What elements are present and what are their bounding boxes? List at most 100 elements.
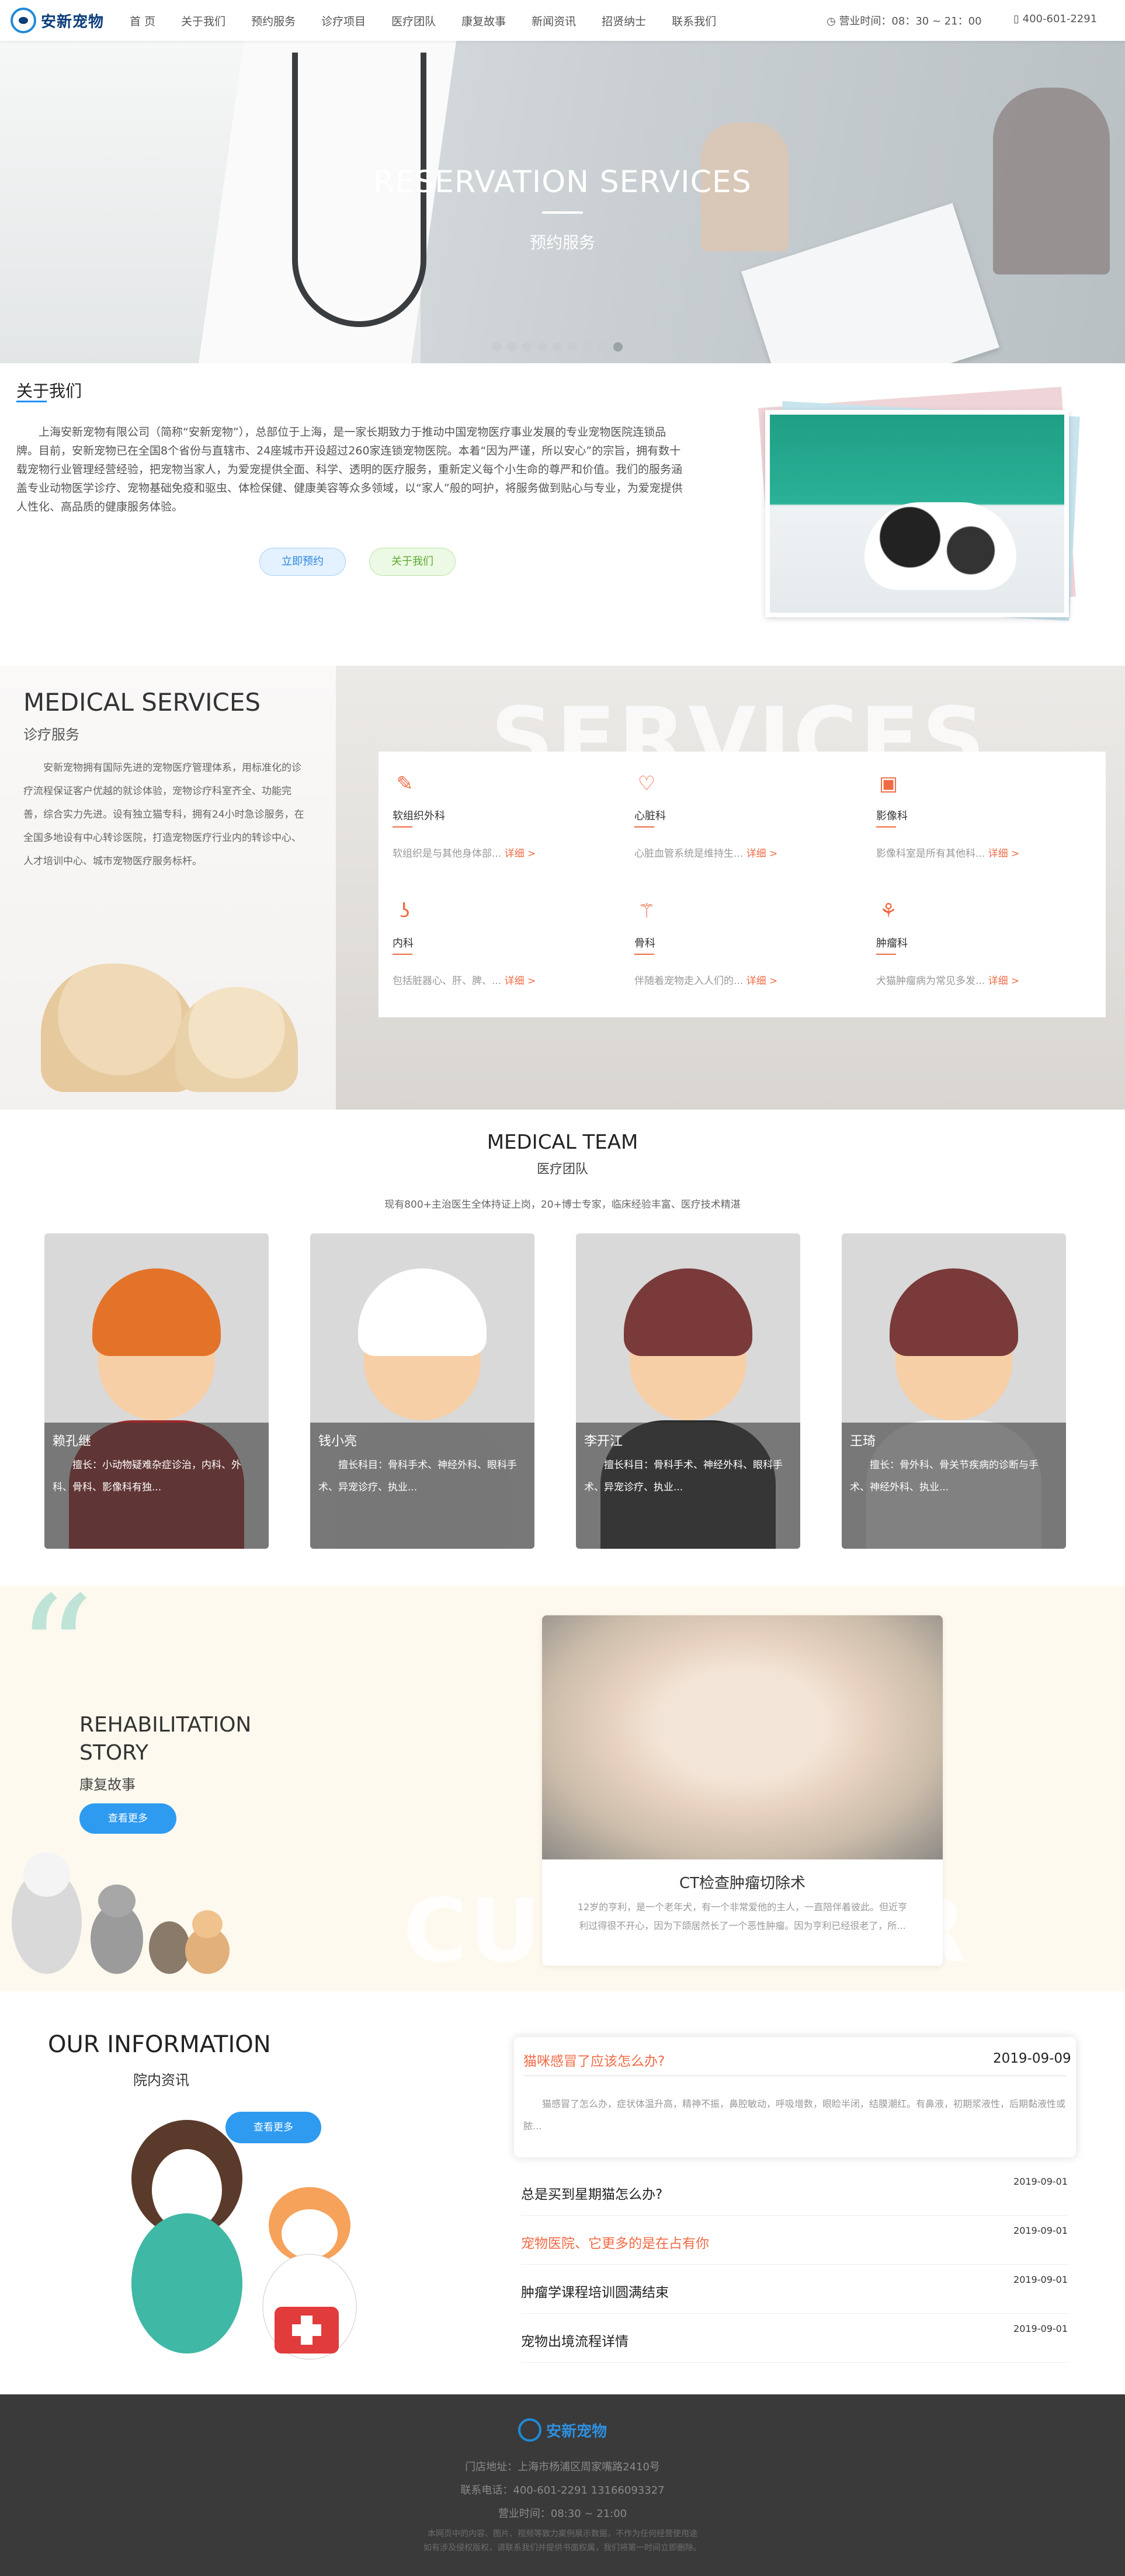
carousel-dot[interactable]	[537, 342, 547, 352]
news-date: 2019-09-01	[1013, 2274, 1068, 2285]
team-member-card[interactable]: 钱小亮 擅长科目：骨科手术、神经外科、眼科手术、异宠诊疗、执业...	[310, 1233, 534, 1549]
molecule-icon: ⚘	[879, 899, 898, 923]
hero-banner	[0, 41, 1125, 363]
service-underline	[876, 954, 896, 955]
nav-treatment[interactable]: 诊疗项目	[321, 13, 366, 29]
featured-news-card[interactable]: 猫咪感冒了应该怎么办? 2019-09-09 猫感冒了怎么办，症状体温升高，精神…	[514, 2037, 1076, 2157]
carousel-dot[interactable]	[522, 342, 532, 352]
service-name: 软组织外科	[393, 810, 445, 822]
news-date: 2019-09-01	[1013, 2176, 1068, 2187]
service-more-link[interactable]: 详细 >	[988, 848, 1020, 860]
info-title: OUR INFORMATION	[48, 2031, 271, 2058]
about-us-button[interactable]: 关于我们	[369, 548, 456, 576]
news-title[interactable]: 总是买到星期猫怎么办?	[521, 2183, 662, 2203]
poodle-photo	[542, 1615, 943, 1859]
news-title[interactable]: 肿瘤学课程培训圆满结束	[521, 2281, 669, 2301]
avatar-chef-hat	[358, 1268, 487, 1356]
team-member-card[interactable]: 李开江 擅长科目：骨科手术、神经外科、眼科手术、异宠诊疗、执业...	[576, 1233, 800, 1549]
footer-hours: 营业时间：08:30 ~ 21:00	[498, 2508, 627, 2520]
service-desc: 包括脏器心、肝、脾、... 详细 >	[393, 972, 536, 987]
member-name: 王琦	[850, 1434, 876, 1449]
member-desc: 擅长科目：骨科手术、神经外科、眼科手术、异宠诊疗、执业...	[318, 1459, 517, 1493]
story-title: CT检查肿瘤切除术	[679, 1875, 806, 1892]
carousel-dots	[492, 342, 623, 352]
news-list-item[interactable]: 总是买到星期猫怎么办? 2019-09-01	[521, 2167, 1068, 2216]
footer-note: 本网页中的内容、图片、视频等致力案例展示数据，不作为任何经营使用途	[428, 2529, 697, 2539]
service-more-link[interactable]: 详细 >	[746, 848, 778, 860]
carousel-dot[interactable]	[553, 342, 562, 352]
nav-about[interactable]: 关于我们	[181, 13, 225, 29]
news-list-item[interactable]: 宠物出境流程详情 2019-09-01	[521, 2314, 1068, 2363]
nav-team[interactable]: 医疗团队	[391, 13, 436, 29]
news-list-item[interactable]: 宠物医院、它更多的是在占有你 2019-09-01	[521, 2216, 1068, 2265]
service-imaging[interactable]: ▣ 影像科 影像科室是所有其他科... 详细 >	[862, 752, 1102, 868]
footer-phone: 联系电话：400-601-2291 13166093327	[460, 2484, 665, 2497]
dogs-image	[23, 952, 315, 1098]
site-logo[interactable]: 安新宠物	[11, 6, 119, 35]
service-desc: 心脏血管系统是维持生... 详细 >	[634, 845, 777, 860]
service-more-link[interactable]: 详细 >	[746, 975, 778, 987]
news-title[interactable]: 宠物出境流程详情	[521, 2330, 629, 2350]
team-member-card[interactable]: 赖孔继 擅长：小动物疑难杂症诊治，内科、外科、骨科、影像科有独...	[44, 1233, 269, 1549]
nav-stories[interactable]: 康复故事	[461, 13, 506, 29]
footer-logo[interactable]: 安新宠物	[501, 2415, 624, 2445]
service-desc: 软组织是与其他身体部... 详细 >	[393, 845, 536, 860]
service-cardiology[interactable]: ♡ 心脏科 心脏血管系统是维持生... 详细 >	[620, 752, 860, 868]
phone-text: 400-601-2291	[1022, 13, 1098, 25]
carousel-dot[interactable]	[583, 342, 592, 352]
featured-news-title[interactable]: 猫咪感冒了应该怎么办?	[523, 2050, 665, 2070]
service-desc: 伴随着宠物走入人们的... 详细 >	[634, 972, 777, 987]
hours-text: 营业时间：08：30 ~ 21：00	[839, 15, 982, 27]
clock-icon: ◷	[827, 15, 839, 27]
medical-services-text: 安新宠物拥有国际先进的宠物医疗管理体系，用标准化的诊疗流程保证客户优越的就诊体验…	[23, 762, 304, 867]
featured-news-desc: 猫感冒了怎么办，症状体温升高，精神不振，鼻腔敏动，呼吸增数，眼睑半闭，结膜潮红。…	[523, 2098, 1066, 2132]
team-subtitle: 医疗团队	[536, 1162, 588, 1177]
info-more-button[interactable]: 查看更多	[225, 2112, 321, 2143]
business-hours: ◷ 营业时间：08：30 ~ 21：00	[827, 13, 982, 28]
service-desc-text: 包括脏器心、肝、脾、...	[393, 975, 502, 987]
medical-services-subtitle: 诊疗服务	[23, 726, 79, 743]
nav-home[interactable]: 首 页	[130, 13, 155, 29]
pets-illustration	[12, 1852, 230, 1974]
team-title: MEDICAL TEAM	[487, 1131, 638, 1154]
member-desc: 擅长科目：骨科手术、神经外科、眼科手术、异宠诊疗、执业...	[584, 1459, 783, 1493]
service-more-link[interactable]: 详细 >	[505, 848, 536, 860]
site-header: 安新宠物 首 页 关于我们 预约服务 诊疗项目 医疗团队 康复故事 新闻资讯 招…	[0, 0, 1125, 41]
logo-text: 安新宠物	[41, 13, 105, 31]
footer-note: 如有涉及侵权版权，请联系我们并提供书面权属，我们将第一时间立即删除。	[423, 2543, 702, 2553]
nav-news[interactable]: 新闻资讯	[532, 13, 576, 29]
rehab-story-card[interactable]: CT检查肿瘤切除术 12岁的亨利，是一个老年犬，有一个非常爱他的主人，一直陪伴着…	[542, 1615, 943, 1966]
service-desc-text: 软组织是与其他身体部...	[393, 848, 502, 860]
team-member-card[interactable]: 王琦 擅长：骨外科、骨关节疾病的诊断与手术、神经外科、执业...	[842, 1233, 1066, 1549]
carousel-dot[interactable]	[507, 342, 516, 352]
service-oncology[interactable]: ⚘ 肿瘤科 犬猫肿瘤病为常见多发... 详细 >	[862, 879, 1102, 996]
member-desc: 擅长：小动物疑难杂症诊治，内科、外科、骨科、影像科有独...	[53, 1459, 241, 1493]
hero-subtitle: 预约服务	[529, 233, 595, 252]
phone-icon: ▯	[1013, 13, 1023, 25]
heart-icon: ♡	[637, 772, 656, 795]
service-more-link[interactable]: 详细 >	[505, 975, 536, 987]
nav-careers[interactable]: 招贤纳士	[602, 13, 646, 29]
service-orthopedics[interactable]: ⚚ 骨科 伴随着宠物走入人们的... 详细 >	[620, 879, 860, 996]
service-desc-text: 伴随着宠物走入人们的...	[634, 975, 744, 987]
nav-contact[interactable]: 联系我们	[672, 13, 716, 29]
news-title[interactable]: 宠物医院、它更多的是在占有你	[521, 2232, 709, 2252]
service-internal-medicine[interactable]: ʖ 内科 包括脏器心、肝、脾、... 详细 >	[379, 879, 618, 996]
service-underline	[393, 826, 412, 828]
team-description: 现有800+主治医生全体持证上岗，20+博士专家，临床经验丰富、医疗技术精湛	[384, 1199, 741, 1211]
carousel-dot[interactable]	[492, 342, 501, 352]
carousel-dot[interactable]	[568, 342, 577, 352]
avatar-hair	[890, 1268, 1018, 1356]
nav-reservation[interactable]: 预约服务	[251, 13, 296, 29]
member-name: 赖孔继	[53, 1434, 92, 1449]
carousel-dot[interactable]	[613, 342, 623, 352]
book-now-button[interactable]: 立即预约	[259, 548, 346, 576]
service-soft-tissue-surgery[interactable]: ✎ 软组织外科 软组织是与其他身体部... 详细 >	[379, 752, 618, 868]
service-more-link[interactable]: 详细 >	[988, 975, 1020, 987]
service-underline	[634, 954, 654, 955]
bone-icon: ⚚	[637, 899, 656, 923]
service-desc-text: 犬猫肿瘤病为常见多发...	[876, 975, 985, 987]
service-desc-text: 影像科室是所有其他科...	[876, 848, 985, 860]
carousel-dot[interactable]	[598, 342, 607, 352]
news-list-item[interactable]: 肿瘤学课程培训圆满结束 2019-09-01	[521, 2265, 1068, 2314]
